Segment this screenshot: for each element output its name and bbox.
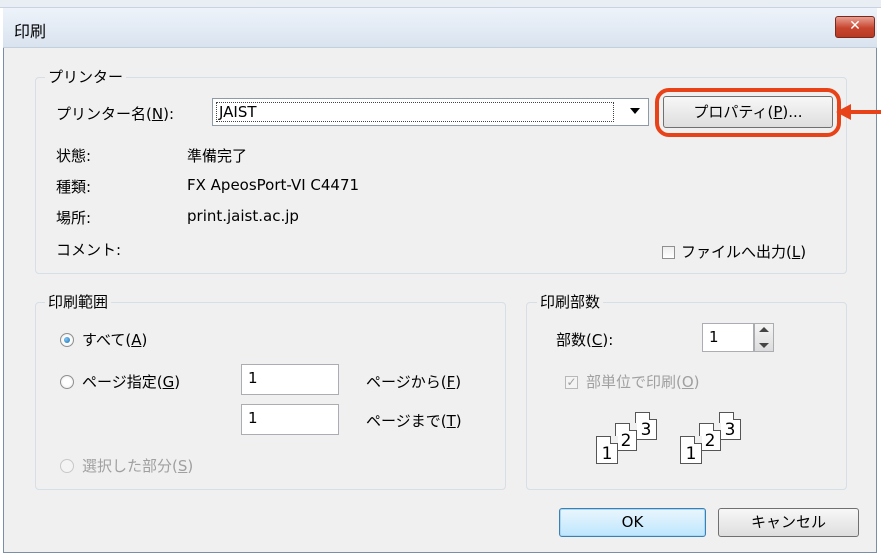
status-label: 状態: (56, 147, 92, 165)
selection-radio-label[interactable]: 選択した部分(S) (82, 455, 193, 476)
collate-pages-icon-2: 3 2 1 (676, 412, 756, 468)
from-page-input[interactable]: 1 (241, 364, 339, 395)
location-label: 場所: (56, 209, 92, 227)
cancel-button[interactable]: キャンセル (718, 508, 859, 537)
copies-spinner[interactable] (754, 323, 774, 352)
title-bar (3, 8, 877, 48)
printer-name-label: プリンター名(N): (56, 105, 174, 123)
comment-label: コメント: (56, 241, 122, 259)
print-to-file-checkbox[interactable] (662, 246, 675, 259)
type-label: 種類: (56, 178, 92, 196)
page-2-icon: 2 (699, 423, 721, 451)
all-radio-label[interactable]: すべて(A) (82, 329, 147, 350)
page-2-icon: 2 (615, 423, 637, 451)
spin-up-icon[interactable] (759, 327, 769, 332)
collate-pages-icon: 3 2 1 (592, 412, 672, 468)
close-icon: ✕ (849, 18, 861, 34)
print-to-file-label[interactable]: ファイルへ出力(L) (681, 241, 806, 262)
page-3-icon: 3 (635, 412, 657, 440)
page-1-icon: 1 (680, 436, 702, 464)
type-value: FX ApeosPort-VI C4471 (187, 176, 360, 194)
printer-group-label: プリンター (45, 66, 127, 87)
page-1-icon: 1 (596, 436, 618, 464)
location-value: print.jaist.ac.jp (187, 207, 299, 225)
annotation-arrow-icon (849, 110, 881, 114)
spin-down-icon[interactable] (759, 343, 769, 348)
collate-checkbox[interactable]: ✓ (565, 376, 578, 389)
dropdown-arrow-icon (630, 108, 640, 114)
copies-group-label: 印刷部数 (537, 291, 604, 312)
selection-radio[interactable] (60, 459, 74, 473)
status-value: 準備完了 (187, 147, 248, 165)
printer-name-select[interactable]: JAIST (212, 98, 649, 126)
pages-radio-label[interactable]: ページ指定(G) (82, 371, 180, 392)
copies-input[interactable]: 1 (702, 323, 754, 352)
copies-label: 部数(C): (556, 331, 614, 349)
close-button[interactable]: ✕ (835, 16, 875, 38)
collate-label[interactable]: 部単位で印刷(O) (586, 371, 700, 392)
all-radio[interactable] (60, 333, 74, 347)
window-title: 印刷 (14, 22, 47, 41)
annotation-arrow-head (836, 104, 851, 120)
to-page-label: ページまで(T) (366, 412, 462, 430)
pages-radio[interactable] (60, 375, 74, 389)
ok-button[interactable]: OK (559, 508, 706, 537)
printer-name-value: JAIST (216, 102, 614, 122)
to-page-input[interactable]: 1 (241, 404, 339, 435)
page-3-icon: 3 (719, 412, 741, 440)
background-window-strip (0, 0, 881, 8)
from-page-label: ページから(F) (366, 373, 462, 391)
annotation-highlight-ring (655, 88, 841, 137)
print-range-group-label: 印刷範囲 (45, 291, 112, 312)
